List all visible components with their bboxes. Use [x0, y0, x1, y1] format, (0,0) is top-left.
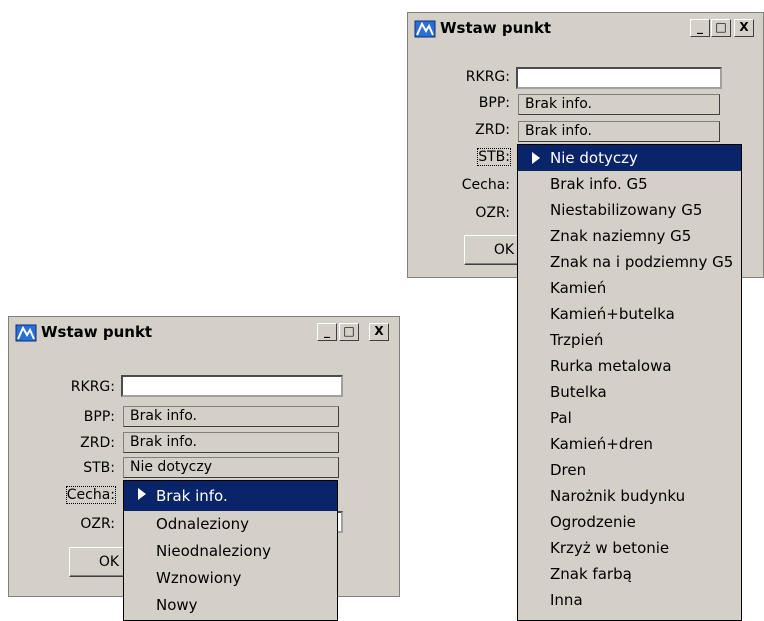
- stb-label-wrap: STB:: [430, 147, 511, 167]
- app-icon: [15, 324, 37, 342]
- cecha-label-wrap: Cecha:: [35, 485, 117, 505]
- dropdown-option[interactable]: Kamień+butelka: [518, 301, 741, 327]
- stb-dropdown-list[interactable]: Nie dotyczy Brak info. G5 Niestabilizowa…: [517, 144, 742, 621]
- zrd-select[interactable]: Brak info.: [123, 432, 339, 453]
- ozr-label: OZR:: [80, 516, 115, 532]
- close-button[interactable]: X: [734, 19, 754, 37]
- dropdown-option[interactable]: Odnaleziony: [124, 511, 337, 538]
- dropdown-option[interactable]: Brak info.: [124, 481, 337, 511]
- ozr-label: OZR:: [475, 205, 510, 221]
- bpp-label: BPP:: [478, 95, 510, 111]
- dropdown-option[interactable]: Ogrodzenie: [518, 509, 741, 535]
- maximize-button[interactable]: □: [711, 19, 731, 37]
- title-bar[interactable]: Wstaw punkt _ □ X: [408, 13, 763, 43]
- rkrg-input[interactable]: [121, 375, 343, 397]
- rkrg-label: RKRG:: [465, 69, 510, 85]
- dropdown-option[interactable]: Nieodnaleziony: [124, 538, 337, 565]
- close-button[interactable]: X: [369, 323, 389, 341]
- dropdown-option[interactable]: Krzyż w betonie: [518, 535, 741, 561]
- stb-label: STB:: [83, 460, 115, 476]
- app-icon: [414, 20, 436, 38]
- dropdown-option[interactable]: Nowy: [124, 592, 337, 619]
- rkrg-input[interactable]: [516, 67, 722, 89]
- title-bar[interactable]: Wstaw punkt _ □ X: [9, 317, 399, 347]
- maximize-button[interactable]: □: [339, 323, 359, 341]
- cecha-label: Cecha:: [65, 486, 117, 504]
- dropdown-option[interactable]: Kamień: [518, 275, 741, 301]
- rkrg-label: RKRG:: [70, 379, 115, 395]
- dropdown-option[interactable]: Dren: [518, 457, 741, 483]
- dropdown-option[interactable]: Butelka: [518, 379, 741, 405]
- dropdown-option[interactable]: Nie dotyczy: [518, 145, 741, 171]
- stb-label: STB:: [477, 148, 511, 166]
- zrd-label: ZRD:: [80, 435, 115, 451]
- window-title: Wstaw punkt: [41, 323, 153, 341]
- dropdown-option[interactable]: Niestabilizowany G5: [518, 197, 741, 223]
- stb-select[interactable]: Nie dotyczy: [123, 457, 339, 478]
- minimize-button[interactable]: _: [690, 19, 710, 37]
- bpp-select[interactable]: Brak info.: [123, 406, 339, 427]
- dropdown-option[interactable]: Brak info. G5: [518, 171, 741, 197]
- zrd-select[interactable]: Brak info.: [518, 121, 720, 142]
- dropdown-option[interactable]: Narożnik budynku: [518, 483, 741, 509]
- dropdown-option[interactable]: Pal: [518, 405, 741, 431]
- dropdown-option[interactable]: Kamień+dren: [518, 431, 741, 457]
- dropdown-option[interactable]: Inna: [518, 587, 741, 613]
- zrd-label: ZRD:: [475, 122, 510, 138]
- minimize-button[interactable]: _: [317, 323, 337, 341]
- dropdown-option[interactable]: Wznowiony: [124, 565, 337, 592]
- bpp-label: BPP:: [83, 409, 115, 425]
- cecha-dropdown-list[interactable]: Brak info. Odnaleziony Nieodnaleziony Wz…: [123, 480, 338, 621]
- cecha-label: Cecha:: [461, 177, 510, 193]
- bpp-select[interactable]: Brak info.: [518, 94, 720, 115]
- dropdown-option[interactable]: Znak naziemny G5: [518, 223, 741, 249]
- dropdown-option[interactable]: Trzpień: [518, 327, 741, 353]
- dropdown-option[interactable]: Rurka metalowa: [518, 353, 741, 379]
- dropdown-option[interactable]: Znak na i podziemny G5: [518, 249, 741, 275]
- dropdown-option[interactable]: Znak farbą: [518, 561, 741, 587]
- window-title: Wstaw punkt: [440, 19, 552, 37]
